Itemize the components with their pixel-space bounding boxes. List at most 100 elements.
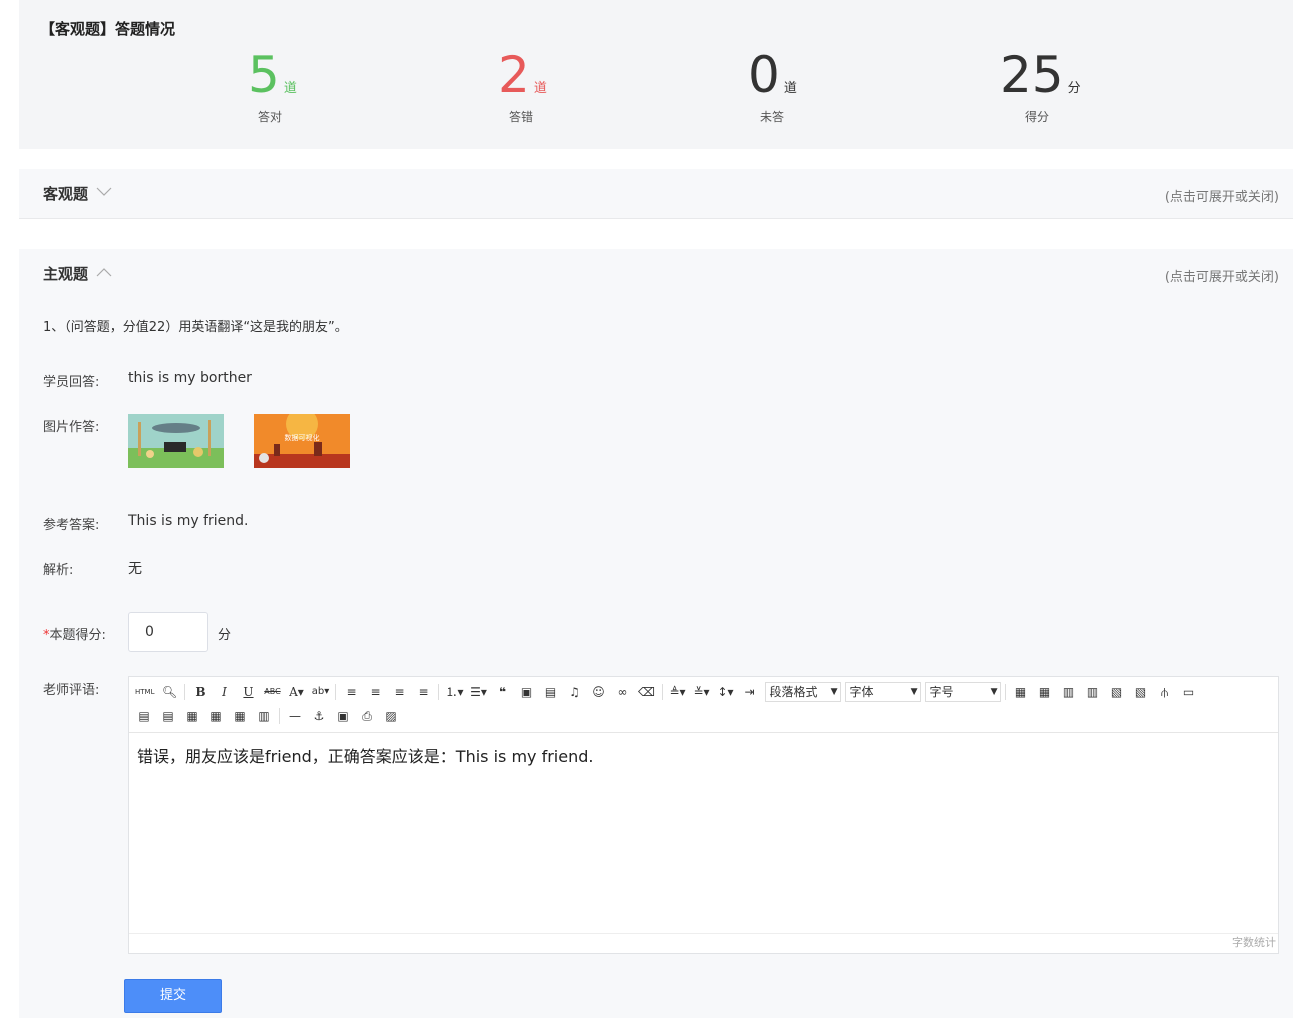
stat-wrong-unit: 道 (533, 81, 547, 96)
toolbar-divider (1004, 684, 1006, 700)
stat-correct-value: 5 (248, 46, 280, 104)
toolbar-divider (279, 708, 280, 724)
anchor-icon[interactable]: ⚓ (310, 707, 328, 725)
paste-icon[interactable]: ▨ (382, 707, 400, 725)
delete-table-icon[interactable]: ▥ (255, 707, 273, 725)
video-icon[interactable]: ▤ (542, 683, 560, 701)
rich-text-editor: HTML 🔍︎ B I U ABC A▾ ab▾ ≡ ≡ ≡ ≡ ⒈▾ ☰▾ ❝… (128, 676, 1279, 954)
stat-correct-unit: 道 (283, 81, 297, 96)
font-family-value: 字体 (849, 685, 874, 699)
table-props-icon[interactable]: ▦ (1036, 683, 1054, 701)
merge-right-icon[interactable]: ▦ (207, 707, 225, 725)
comment-label: 老师评语: (43, 683, 100, 698)
stat-score-unit: 分 (1067, 81, 1081, 96)
chevron-down-icon: ▼ (910, 687, 918, 697)
align-justify-icon[interactable]: ≡ (414, 683, 432, 701)
ordered-list-icon[interactable]: ⒈▾ (445, 683, 463, 701)
align-right-icon[interactable]: ≡ (390, 683, 408, 701)
stat-unanswered: 0道 未答 (748, 46, 797, 124)
horizontal-rule-icon[interactable]: — (286, 707, 304, 725)
score-label: *本题得分: (43, 624, 106, 643)
delete-col-icon[interactable]: ▤ (159, 707, 177, 725)
print-icon[interactable]: ⎙ (358, 707, 376, 725)
italic-icon[interactable]: I (215, 683, 233, 701)
insert-table-icon[interactable]: ▦ (1012, 683, 1030, 701)
stat-wrong-value: 2 (498, 46, 530, 104)
emoticon-icon[interactable]: ☺ (590, 683, 608, 701)
chevron-up-icon (96, 266, 112, 280)
fullscreen-icon[interactable]: ▭ (1180, 683, 1198, 701)
analysis-value: 无 (128, 561, 142, 577)
paragraph-format-value: 段落格式 (769, 685, 818, 699)
reference-answer-label: 参考答案: (43, 518, 100, 533)
student-answer-label: 学员回答: (43, 375, 100, 390)
html-source-icon[interactable]: HTML (135, 683, 154, 701)
unordered-list-icon[interactable]: ☰▾ (470, 683, 488, 701)
answer-image-2-caption: 数据可视化 (285, 433, 320, 442)
underline-icon[interactable]: U (239, 683, 257, 701)
line-height-icon[interactable]: ↕▾ (717, 683, 735, 701)
stat-wrong-label: 答错 (509, 110, 534, 124)
font-color-icon[interactable]: A▾ (287, 683, 305, 701)
stat-correct: 5道 答对 (248, 46, 297, 124)
stat-score-value: 25 (1000, 46, 1064, 104)
bold-icon[interactable]: B (191, 683, 209, 701)
insert-row-after-icon[interactable]: ▥ (1084, 683, 1102, 701)
preview-icon[interactable]: 🔍︎ (160, 683, 178, 701)
analysis-label: 解析: (43, 563, 74, 578)
insert-row-before-icon[interactable]: ▥ (1060, 683, 1078, 701)
template-icon[interactable]: ▣ (334, 707, 352, 725)
chevron-down-icon: ▼ (990, 687, 998, 697)
split-icon[interactable]: ⫛ (1156, 683, 1174, 701)
merge-down-icon[interactable]: ▦ (231, 707, 249, 725)
paragraph-format-select[interactable]: 段落格式 ▼ (764, 682, 841, 702)
toolbar-divider (184, 684, 186, 700)
link-icon[interactable]: ∞ (614, 683, 632, 701)
image-answer-label: 图片作答: (43, 420, 100, 435)
row-spacing-bottom-icon[interactable]: ≚▾ (693, 683, 711, 701)
subjective-toggle-hint: (点击可展开或关闭) (1164, 270, 1279, 285)
align-left-icon[interactable]: ≡ (342, 683, 360, 701)
word-count: 字数统计 (129, 933, 1278, 953)
objective-section-title: 客观题 (43, 185, 89, 203)
subjective-section-header[interactable]: 主观题 (点击可展开或关闭) (19, 249, 1293, 299)
highlight-icon[interactable]: ab▾ (311, 683, 330, 701)
merge-cells-icon[interactable]: ▦ (183, 707, 201, 725)
font-family-select[interactable]: 字体 ▼ (844, 682, 921, 702)
music-icon[interactable]: ♫ (566, 683, 584, 701)
toolbar-divider (335, 684, 337, 700)
insert-col-after-icon[interactable]: ▧ (1132, 683, 1150, 701)
align-center-icon[interactable]: ≡ (366, 683, 384, 701)
student-answer-value: this is my borther (128, 370, 252, 386)
stat-score: 25 分 得分 (1000, 46, 1081, 124)
question-title: 1、（问答题，分值22）用英语翻译“这是我的朋友”。 (43, 320, 348, 335)
chevron-down-icon: ▼ (830, 687, 838, 697)
submit-button[interactable]: 提交 (124, 979, 222, 1013)
indent-icon[interactable]: ⇥ (741, 683, 759, 701)
answer-image-2[interactable]: 数据可视化 (254, 414, 350, 468)
score-input[interactable]: 0 (128, 612, 208, 652)
editor-content[interactable]: 错误，朋友应该是friend，正确答案应该是：This is my friend… (137, 743, 593, 767)
delete-row-icon[interactable]: ▤ (135, 707, 153, 725)
answer-image-1[interactable] (128, 414, 224, 468)
editor-toolbar: HTML 🔍︎ B I U ABC A▾ ab▾ ≡ ≡ ≡ ≡ ⒈▾ ☰▾ ❝… (129, 677, 1278, 733)
quote-icon[interactable]: ❝ (494, 683, 512, 701)
font-size-select[interactable]: 字号 ▼ (924, 682, 1001, 702)
summary-title: 【客观题】答题情况 (40, 20, 176, 38)
reference-answer-value: This is my friend. (128, 513, 249, 529)
objective-section-header[interactable]: 客观题 (点击可展开或关闭) (19, 169, 1293, 219)
stat-correct-label: 答对 (258, 110, 283, 124)
objective-summary-panel: 【客观题】答题情况 5道 答对 2道 答错 0道 未答 25 分 得分 (19, 0, 1293, 149)
toolbar-row-2: ▤ ▤ ▦ ▦ ▦ ▥ — ⚓ ▣ ⎙ ▨ (135, 705, 406, 727)
score-label-text: 本题得分: (49, 628, 106, 643)
stat-score-label: 得分 (1025, 110, 1050, 124)
strikethrough-icon[interactable]: ABC (263, 683, 281, 701)
eraser-icon[interactable]: ⌫ (638, 683, 656, 701)
row-spacing-top-icon[interactable]: ≜▾ (669, 683, 687, 701)
chevron-down-icon (96, 186, 112, 200)
image-icon[interactable]: ▣ (518, 683, 536, 701)
toolbar-divider (438, 684, 440, 700)
insert-col-before-icon[interactable]: ▧ (1108, 683, 1126, 701)
stat-wrong: 2道 答错 (498, 46, 547, 124)
subjective-section-title: 主观题 (43, 265, 89, 283)
